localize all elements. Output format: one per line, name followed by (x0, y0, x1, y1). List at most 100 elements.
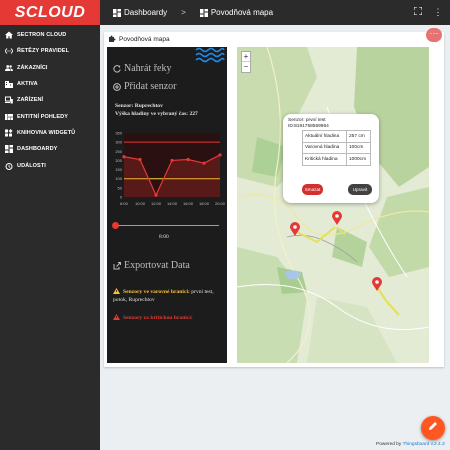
data-point (218, 153, 222, 157)
x-tick-label: 18:00 (199, 201, 210, 206)
data-point (170, 158, 174, 163)
load-rivers-label: Nahrát řeky (124, 63, 172, 74)
sidebar-item-label: ZÁKAZNÍCI (17, 64, 48, 71)
top-bar: SCLOUD Dashboardy > Povodňová mapa ⋮ (0, 0, 450, 25)
fullscreen-icon[interactable] (412, 6, 424, 18)
map[interactable] (237, 47, 429, 363)
sensor-level: Výška hladiny ve vybraný čas: 227 (115, 111, 198, 117)
warning-icon (113, 314, 120, 320)
pencil-icon (429, 422, 437, 430)
export-data-label: Exportovat Data (124, 260, 190, 271)
time-slider-handle[interactable] (112, 222, 119, 229)
y-tick-label: 300 (115, 140, 122, 145)
sidebar-item-label: ŘETĚZY PRAVIDEL (17, 48, 70, 55)
sidebar-item-label: UDÁLOSTI (17, 162, 46, 169)
dashboard-icon (199, 8, 208, 17)
refresh-icon (113, 64, 121, 73)
table-cell: 257 cm (346, 130, 371, 143)
widget-title: Povodňová mapa (108, 35, 170, 43)
widget-title-text: Povodňová mapa (119, 35, 170, 43)
critical-sensors: Senzory za kritickou hranicí: (113, 314, 225, 322)
logo[interactable]: SCLOUD (0, 0, 100, 25)
y-tick-label: 350 (115, 131, 122, 136)
table-row: Aktuální hladina 257 cm (302, 130, 371, 143)
footer-powered: Powered by (376, 442, 403, 447)
map-marker-icon[interactable] (290, 222, 300, 236)
sidebar-item-label: ZAŘÍZENÍ (17, 97, 44, 104)
sidebar-item-rule-chains[interactable]: ŘETĚZY PRAVIDEL (0, 43, 100, 59)
load-rivers-link[interactable]: Nahrát řeky (113, 63, 171, 74)
water-waves-icon (195, 47, 225, 63)
sidebar-item-devices[interactable]: ZAŘÍZENÍ (0, 92, 100, 108)
popup-header: Senzor: první test ID:8191758559964 (288, 118, 329, 130)
edit-fab-button[interactable] (421, 416, 445, 440)
footer-brand-link[interactable]: Thingsboard v.2.4.3 (403, 442, 445, 447)
map-marker-icon[interactable] (372, 277, 382, 291)
control-panel: Nahrát řeky Přidat senzor Senzor: Ruprec… (107, 47, 227, 363)
more-vert-icon[interactable]: ⋮ (432, 6, 444, 18)
settings-ethernet-icon (5, 48, 13, 55)
devices-icon (5, 96, 13, 104)
y-tick-label: 50 (118, 185, 123, 190)
sidebar-item-sectron-cloud[interactable]: SECTRON CLOUD (0, 27, 100, 43)
zoom-in-button[interactable]: + (242, 52, 250, 62)
table-cell: Kritická hladina (302, 153, 347, 166)
add-circle-icon (113, 82, 121, 91)
breadcrumb-dashboards[interactable]: Dashboardy (124, 8, 167, 17)
people-icon (5, 64, 13, 71)
x-tick-label: 16:00 (183, 201, 194, 206)
sidebar-item-label: AKTIVA (17, 81, 38, 88)
breadcrumb-current: Povodňová mapa (210, 8, 274, 17)
dashboard-icon (113, 8, 121, 17)
data-point (202, 161, 206, 165)
warning-sensors-label: Senzory ve varovné hranici: (123, 289, 190, 295)
sidebar-item-label: SECTRON CLOUD (17, 32, 67, 39)
warning-icon (113, 288, 120, 294)
time-slider-track[interactable] (115, 225, 219, 226)
sidebar-item-events[interactable]: UDÁLOSTI (0, 157, 100, 173)
breadcrumb: Dashboardy > Povodňová mapa (113, 0, 273, 25)
table-cell: Varovná hladina (302, 141, 347, 154)
table-cell: 1000cm (346, 153, 371, 166)
domain-icon (5, 81, 13, 89)
export-data-link[interactable]: Exportovat Data (113, 260, 190, 271)
table-row: Varovná hladina 100cm (302, 141, 371, 154)
data-point (154, 193, 158, 197)
y-tick-label: 200 (115, 158, 122, 163)
x-tick-label: 8:00 (120, 201, 129, 206)
sidebar-item-assets[interactable]: AKTIVA (0, 76, 100, 92)
sidebar-item-label: KNIHOVNA WIDGETŮ (17, 129, 76, 136)
x-tick-label: 12:00 (151, 201, 162, 206)
logo-text: SCLOUD (14, 3, 86, 21)
y-tick-label: 0 (120, 195, 123, 200)
dashboard-icon (5, 145, 13, 154)
sidebar-item-customers[interactable]: ZÁKAZNÍCI (0, 60, 100, 76)
map-marker-icon[interactable] (332, 211, 342, 225)
data-point (186, 157, 190, 162)
map-tiles[interactable] (237, 47, 429, 363)
breadcrumb-separator: > (181, 8, 186, 17)
widget-menu-icon[interactable]: ··· (426, 28, 442, 42)
sidebar-item-label: DASHBOARDY (17, 146, 58, 153)
sidebar-item-widget-library[interactable]: KNIHOVNA WIDGETŮ (0, 125, 100, 141)
add-sensor-link[interactable]: Přidat senzor (113, 81, 177, 92)
home-icon (5, 31, 13, 39)
table-row: Kritická hladina 1000cm (302, 153, 371, 166)
sidebar-item-label: ENTITNÍ POHLEDY (17, 113, 69, 120)
zoom-out-button[interactable]: − (242, 62, 250, 72)
widgets-icon (5, 128, 13, 137)
sidebar-item-entity-views[interactable]: ENTITNÍ POHLEDY (0, 108, 100, 124)
x-tick-label: 20:00 (215, 201, 226, 206)
y-tick-label: 100 (115, 176, 122, 181)
table-cell: Aktuální hladina (302, 130, 347, 143)
delete-button[interactable]: Smazat (302, 184, 323, 195)
sidebar: SECTRON CLOUD ŘETĚZY PRAVIDEL ZÁKAZNÍCI … (0, 25, 100, 450)
data-point (138, 157, 142, 162)
alarm-icon (5, 162, 13, 170)
warning-sensors: Senzory ve varovné hranici: první test, … (113, 288, 225, 304)
edit-button[interactable]: Upravit (348, 184, 372, 195)
level-chart: 0 50 100 150 200 250 300 350 8:00 10:00 12:00 14:00… (115, 131, 226, 207)
sidebar-item-dashboards[interactable]: DASHBOARDY (0, 141, 100, 157)
popup-table: Aktuální hladina 257 cm Varovná hladina 10… (302, 130, 371, 166)
share-icon (113, 261, 121, 269)
